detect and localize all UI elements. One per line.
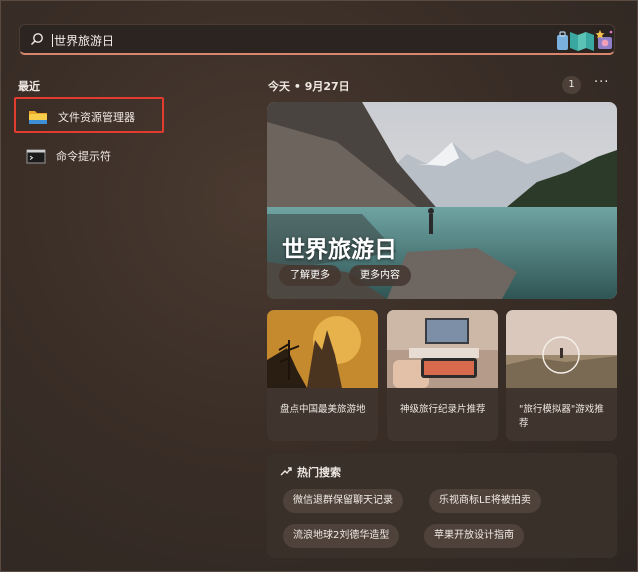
hero-card[interactable]: 世界旅游日 了解更多 更多内容 bbox=[267, 102, 617, 299]
search-box[interactable]: 世界旅游日 bbox=[19, 24, 615, 55]
recent-item-label: 文件资源管理器 bbox=[58, 111, 135, 124]
recent-item-label: 命令提示符 bbox=[56, 150, 111, 163]
hot-search-chip[interactable]: 微信退群保留聊天记录 bbox=[283, 489, 403, 513]
news-card[interactable]: 神级旅行纪录片推荐 bbox=[387, 310, 498, 441]
learn-more-button[interactable]: 了解更多 bbox=[279, 265, 341, 286]
recent-item-command-prompt[interactable]: 命令提示符 bbox=[14, 138, 164, 174]
hot-searches-panel: 热门搜索 微信退群保留聊天记录 乐视商标LE将被拍卖 流浪地球2刘德华造型 苹果… bbox=[267, 453, 617, 558]
more-content-button[interactable]: 更多内容 bbox=[349, 265, 411, 286]
more-options-button[interactable]: ··· bbox=[594, 75, 609, 90]
news-card[interactable]: "旅行模拟器"游戏推荐 bbox=[506, 310, 617, 441]
recent-item-file-explorer[interactable]: 文件资源管理器 bbox=[14, 97, 164, 133]
terminal-icon bbox=[26, 149, 46, 164]
hot-searches-title: 热门搜索 bbox=[297, 466, 341, 479]
card-image bbox=[506, 310, 617, 388]
travel-illustration-icon bbox=[557, 30, 613, 51]
card-title: 盘点中国最美旅游地 bbox=[280, 404, 366, 415]
search-icon bbox=[30, 33, 43, 46]
hot-search-chip[interactable]: 流浪地球2刘德华造型 bbox=[283, 524, 400, 548]
hero-title: 世界旅游日 bbox=[282, 237, 397, 263]
search-input[interactable]: 世界旅游日 bbox=[52, 32, 114, 49]
search-value: 世界旅游日 bbox=[54, 34, 115, 48]
card-image bbox=[387, 310, 498, 388]
hot-search-chip[interactable]: 苹果开放设计指南 bbox=[424, 524, 524, 548]
date-header: 今天 • 9月27日 bbox=[268, 80, 350, 93]
card-image bbox=[267, 310, 378, 388]
news-card[interactable]: 盘点中国最美旅游地 bbox=[267, 310, 378, 441]
card-title: 神级旅行纪录片推荐 bbox=[400, 404, 486, 415]
hot-search-chip[interactable]: 乐视商标LE将被拍卖 bbox=[429, 489, 541, 513]
notification-badge[interactable]: 1 bbox=[562, 76, 581, 94]
folder-icon bbox=[29, 111, 47, 124]
trending-icon bbox=[280, 467, 292, 476]
card-title: "旅行模拟器"游戏推荐 bbox=[519, 404, 604, 429]
recent-section-title: 最近 bbox=[18, 80, 40, 93]
